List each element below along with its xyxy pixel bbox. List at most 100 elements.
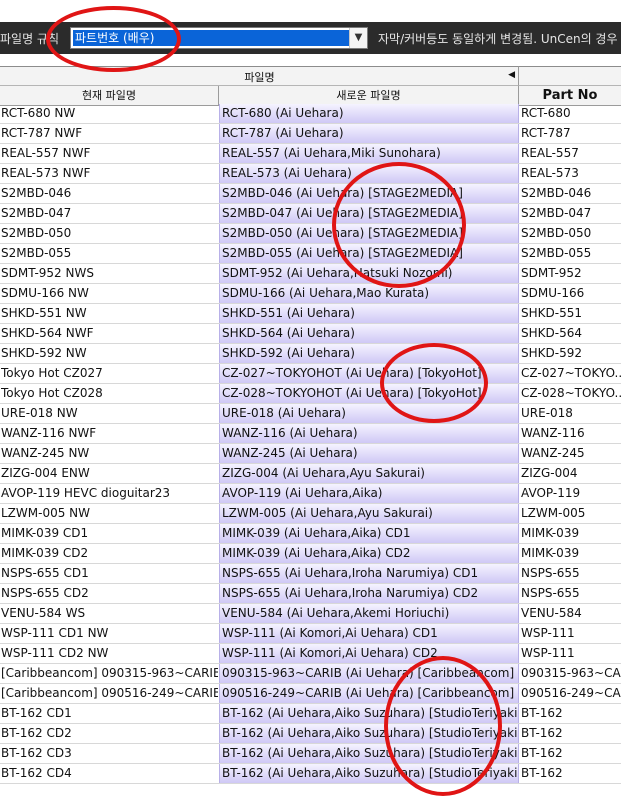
group-header-filename[interactable]: 파일명 ◀ — [0, 66, 519, 86]
part-no-cell[interactable]: BT-162 — [521, 764, 621, 783]
current-filename-cell[interactable]: WSP-111 CD2 NW — [1, 644, 218, 663]
part-no-cell[interactable]: MIMK-039 — [521, 544, 621, 563]
current-filename-cell[interactable]: BT-162 CD2 — [1, 724, 218, 743]
table-row[interactable]: RCT-680 NW RCT-680 (Ai Uehara) RCT-680 — [0, 104, 621, 124]
table-row[interactable]: [Caribbeancom] 090315-963~CARIB (... 0903… — [0, 664, 621, 684]
new-filename-cell[interactable]: NSPS-655 (Ai Uehara,Iroha Narumiya) CD2 — [219, 584, 519, 603]
table-row[interactable]: BT-162 CD3 BT-162 (Ai Uehara,Aiko Suzuhar… — [0, 744, 621, 764]
part-no-cell[interactable]: S2MBD-050 — [521, 224, 621, 243]
part-no-cell[interactable]: AVOP-119 — [521, 484, 621, 503]
new-filename-cell[interactable]: RCT-680 (Ai Uehara) — [219, 104, 519, 123]
part-no-cell[interactable]: CZ-027~TOKYO... — [521, 364, 621, 383]
table-row[interactable]: RCT-787 NWF RCT-787 (Ai Uehara) RCT-787 — [0, 124, 621, 144]
new-filename-cell[interactable]: RCT-787 (Ai Uehara) — [219, 124, 519, 143]
part-no-cell[interactable]: SHKD-564 — [521, 324, 621, 343]
new-filename-cell[interactable]: MIMK-039 (Ai Uehara,Aika) CD1 — [219, 524, 519, 543]
current-filename-cell[interactable]: MIMK-039 CD2 — [1, 544, 218, 563]
column-header-current-filename[interactable]: 현재 파일명 — [0, 86, 219, 106]
table-row[interactable]: BT-162 CD1 BT-162 (Ai Uehara,Aiko Suzuhar… — [0, 704, 621, 724]
table-row[interactable]: MIMK-039 CD2 MIMK-039 (Ai Uehara,Aika) CD… — [0, 544, 621, 564]
column-header-new-filename[interactable]: 새로운 파일명 — [219, 86, 519, 106]
new-filename-cell[interactable]: AVOP-119 (Ai Uehara,Aika) — [219, 484, 519, 503]
table-row[interactable]: S2MBD-046 S2MBD-046 (Ai Uehara) [STAGE2ME… — [0, 184, 621, 204]
table-row[interactable]: NSPS-655 CD1 NSPS-655 (Ai Uehara,Iroha Na… — [0, 564, 621, 584]
current-filename-cell[interactable]: BT-162 CD3 — [1, 744, 218, 763]
table-row[interactable]: AVOP-119 HEVC dioguitar23 AVOP-119 (Ai Ue… — [0, 484, 621, 504]
part-no-cell[interactable]: SDMT-952 — [521, 264, 621, 283]
current-filename-cell[interactable]: [Caribbeancom] 090516-249~CARIB (... — [1, 684, 218, 703]
new-filename-cell[interactable]: WSP-111 (Ai Komori,Ai Uehara) CD1 — [219, 624, 519, 643]
current-filename-cell[interactable]: Tokyo Hot CZ028 — [1, 384, 218, 403]
table-row[interactable]: NSPS-655 CD2 NSPS-655 (Ai Uehara,Iroha Na… — [0, 584, 621, 604]
new-filename-cell[interactable]: MIMK-039 (Ai Uehara,Aika) CD2 — [219, 544, 519, 563]
part-no-cell[interactable]: RCT-680 — [521, 104, 621, 123]
part-no-cell[interactable]: WANZ-245 — [521, 444, 621, 463]
current-filename-cell[interactable]: NSPS-655 CD2 — [1, 584, 218, 603]
collapse-arrow-icon[interactable]: ◀ — [508, 70, 515, 80]
chevron-down-icon[interactable]: ▼ — [349, 28, 367, 48]
current-filename-cell[interactable]: NSPS-655 CD1 — [1, 564, 218, 583]
table-row[interactable]: Tokyo Hot CZ028 CZ-028~TOKYOHOT (Ai Uehar… — [0, 384, 621, 404]
table-row[interactable]: VENU-584 WS VENU-584 (Ai Uehara,Akemi Hor… — [0, 604, 621, 624]
part-no-cell[interactable]: WSP-111 — [521, 624, 621, 643]
part-no-cell[interactable]: ZIZG-004 — [521, 464, 621, 483]
current-filename-cell[interactable]: SDMU-166 NW — [1, 284, 218, 303]
current-filename-cell[interactable]: MIMK-039 CD1 — [1, 524, 218, 543]
current-filename-cell[interactable]: ZIZG-004 ENW — [1, 464, 218, 483]
current-filename-cell[interactable]: BT-162 CD4 — [1, 764, 218, 783]
part-no-cell[interactable]: BT-162 — [521, 724, 621, 743]
new-filename-cell[interactable]: WANZ-116 (Ai Uehara) — [219, 424, 519, 443]
table-row[interactable]: SDMU-166 NW SDMU-166 (Ai Uehara,Mao Kurat… — [0, 284, 621, 304]
part-no-cell[interactable]: BT-162 — [521, 704, 621, 723]
new-filename-cell[interactable]: SDMU-166 (Ai Uehara,Mao Kurata) — [219, 284, 519, 303]
new-filename-cell[interactable]: LZWM-005 (Ai Uehara,Ayu Sakurai) — [219, 504, 519, 523]
table-row[interactable]: REAL-557 NWF REAL-557 (Ai Uehara,Miki Sun… — [0, 144, 621, 164]
current-filename-cell[interactable]: WANZ-245 NW — [1, 444, 218, 463]
new-filename-cell[interactable]: SHKD-564 (Ai Uehara) — [219, 324, 519, 343]
part-no-cell[interactable]: WSP-111 — [521, 644, 621, 663]
table-row[interactable]: S2MBD-055 S2MBD-055 (Ai Uehara) [STAGE2ME… — [0, 244, 621, 264]
current-filename-cell[interactable]: [Caribbeancom] 090315-963~CARIB (... — [1, 664, 218, 683]
current-filename-cell[interactable]: LZWM-005 NW — [1, 504, 218, 523]
current-filename-cell[interactable]: RCT-787 NWF — [1, 124, 218, 143]
part-no-cell[interactable]: NSPS-655 — [521, 584, 621, 603]
table-row[interactable]: WSP-111 CD1 NW WSP-111 (Ai Komori,Ai Ueha… — [0, 624, 621, 644]
current-filename-cell[interactable]: S2MBD-046 — [1, 184, 218, 203]
part-no-cell[interactable]: SHKD-551 — [521, 304, 621, 323]
table-row[interactable]: [Caribbeancom] 090516-249~CARIB (... 0905… — [0, 684, 621, 704]
table-row[interactable]: WANZ-116 NWF WANZ-116 (Ai Uehara) WANZ-116 — [0, 424, 621, 444]
part-no-cell[interactable]: WANZ-116 — [521, 424, 621, 443]
part-no-cell[interactable]: MIMK-039 — [521, 524, 621, 543]
table-row[interactable]: URE-018 NW URE-018 (Ai Uehara) URE-018 — [0, 404, 621, 424]
part-no-cell[interactable]: NSPS-655 — [521, 564, 621, 583]
current-filename-cell[interactable]: SDMT-952 NWS — [1, 264, 218, 283]
part-no-cell[interactable]: SDMU-166 — [521, 284, 621, 303]
table-row[interactable]: SHKD-564 NWF SHKD-564 (Ai Uehara) SHKD-564 — [0, 324, 621, 344]
part-no-cell[interactable]: S2MBD-047 — [521, 204, 621, 223]
part-no-cell[interactable]: BT-162 — [521, 744, 621, 763]
table-row[interactable]: MIMK-039 CD1 MIMK-039 (Ai Uehara,Aika) CD… — [0, 524, 621, 544]
part-no-cell[interactable]: URE-018 — [521, 404, 621, 423]
current-filename-cell[interactable]: S2MBD-047 — [1, 204, 218, 223]
part-no-cell[interactable]: 090315-963~CA... — [521, 664, 621, 683]
current-filename-cell[interactable]: SHKD-551 NW — [1, 304, 218, 323]
table-row[interactable]: WANZ-245 NW WANZ-245 (Ai Uehara) WANZ-245 — [0, 444, 621, 464]
column-header-part-no[interactable]: Part No — [519, 86, 621, 106]
table-row[interactable]: REAL-573 NWF REAL-573 (Ai Uehara) REAL-573 — [0, 164, 621, 184]
current-filename-cell[interactable]: REAL-573 NWF — [1, 164, 218, 183]
table-row[interactable]: S2MBD-047 S2MBD-047 (Ai Uehara) [STAGE2ME… — [0, 204, 621, 224]
part-no-cell[interactable]: S2MBD-055 — [521, 244, 621, 263]
current-filename-cell[interactable]: RCT-680 NW — [1, 104, 218, 123]
current-filename-cell[interactable]: WANZ-116 NWF — [1, 424, 218, 443]
table-row[interactable]: BT-162 CD4 BT-162 (Ai Uehara,Aiko Suzuhar… — [0, 764, 621, 784]
new-filename-cell[interactable]: NSPS-655 (Ai Uehara,Iroha Narumiya) CD1 — [219, 564, 519, 583]
current-filename-cell[interactable]: VENU-584 WS — [1, 604, 218, 623]
part-no-cell[interactable]: 090516-249~CA... — [521, 684, 621, 703]
new-filename-cell[interactable]: SHKD-551 (Ai Uehara) — [219, 304, 519, 323]
new-filename-cell[interactable]: WSP-111 (Ai Komori,Ai Uehara) CD2 — [219, 644, 519, 663]
current-filename-cell[interactable]: REAL-557 NWF — [1, 144, 218, 163]
part-no-cell[interactable]: S2MBD-046 — [521, 184, 621, 203]
current-filename-cell[interactable]: Tokyo Hot CZ027 — [1, 364, 218, 383]
current-filename-cell[interactable]: SHKD-564 NWF — [1, 324, 218, 343]
current-filename-cell[interactable]: WSP-111 CD1 NW — [1, 624, 218, 643]
